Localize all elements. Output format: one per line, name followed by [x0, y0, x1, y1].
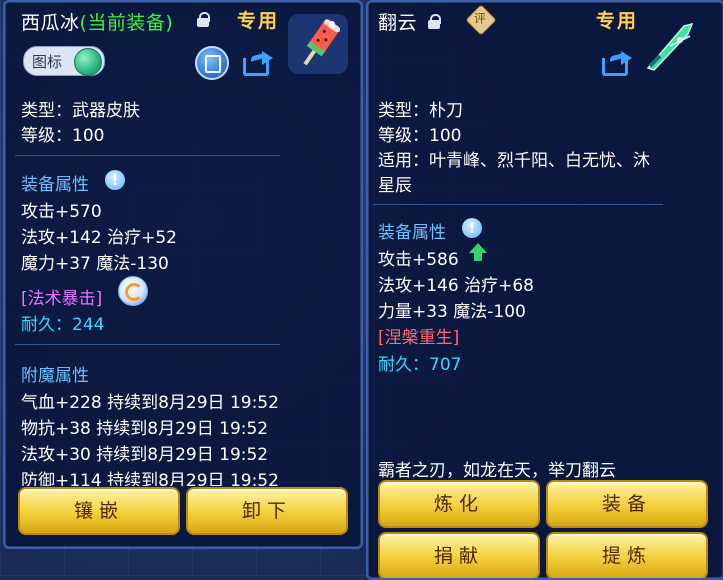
- unequip-button[interactable]: 卸下: [186, 487, 348, 535]
- info-icon[interactable]: !: [462, 218, 482, 238]
- attr-line: 法攻+142 治疗+52: [21, 228, 177, 248]
- attr-line: 法攻+146 治疗+68: [378, 276, 534, 296]
- enchant-line: 法攻+30 持续到8月29日 19:52: [21, 445, 269, 465]
- equip-button[interactable]: 装备: [546, 480, 708, 528]
- durability: 耐久：707: [378, 355, 462, 375]
- item-type: 类型：朴刀: [378, 101, 463, 121]
- lock-icon[interactable]: [428, 14, 441, 29]
- refresh-icon[interactable]: [118, 276, 148, 306]
- current-item-tooltip: 西瓜冰(当前装备) 专用 图标 类型：武器皮肤 等级：100 装备属性 ! 攻击…: [3, 0, 363, 549]
- divider: [373, 204, 663, 205]
- flavor-text: 霸者之刃，如龙在天，举刀翻云: [378, 461, 616, 481]
- attr-line: 力量+33 魔法-100: [378, 302, 526, 322]
- enchant-line: 防御+114 持续到8月29日 19:52: [21, 471, 279, 486]
- divider: [15, 344, 280, 345]
- divider: [15, 155, 280, 156]
- section-equip-attrs: 装备属性: [21, 175, 89, 195]
- special-skill: [法术暴击]: [21, 289, 103, 309]
- refine-button[interactable]: 炼化: [378, 480, 540, 528]
- record-button[interactable]: [195, 46, 229, 80]
- item-level: 等级：100: [21, 126, 105, 146]
- exclusive-label: 专用: [237, 10, 280, 32]
- item-title: 翻云: [378, 8, 417, 35]
- record-icon: [205, 55, 221, 73]
- icon-toggle-label: 图标: [32, 53, 63, 71]
- inlay-button[interactable]: 镶嵌: [18, 487, 180, 535]
- attr-line: 攻击+586: [378, 250, 459, 270]
- lock-icon[interactable]: [197, 12, 210, 27]
- item-name: 西瓜冰: [21, 12, 80, 34]
- icon-toggle[interactable]: 图标: [23, 46, 105, 76]
- applicable-line: 星辰: [378, 176, 412, 196]
- item-title: 西瓜冰(当前装备): [21, 8, 173, 35]
- item-name: 翻云: [378, 12, 418, 34]
- section-equip-attrs: 装备属性: [378, 223, 446, 243]
- share-icon[interactable]: [602, 50, 632, 76]
- attr-line: 魔力+37 魔法-130: [21, 254, 169, 274]
- special-skill: [涅槃重生]: [378, 328, 460, 348]
- toggle-knob: [74, 48, 102, 76]
- info-icon[interactable]: !: [105, 170, 125, 190]
- rating-badge-label: 评: [473, 11, 486, 26]
- item-qualifier: (当前装备): [79, 12, 174, 34]
- up-arrow-icon: [469, 243, 487, 261]
- enchant-list[interactable]: 气血+228 持续到8月29日 19:52 物抗+38 持续到8月29日 19:…: [5, 382, 361, 486]
- item-level: 等级：100: [378, 126, 462, 146]
- enchant-line: 气血+228 持续到8月29日 19:52: [21, 393, 279, 413]
- watermelon-weapon-icon: [288, 14, 348, 74]
- compare-item-tooltip: 翻云 专用 类型：朴刀 等级：100 适用：叶青峰、烈千阳、白无忧、沐 星辰 装…: [366, 0, 723, 580]
- exclusive-label: 专用: [596, 10, 639, 32]
- share-icon[interactable]: [243, 50, 273, 76]
- durability: 耐久：244: [21, 315, 105, 335]
- applicable-line: 适用：叶青峰、烈千阳、白无忧、沐: [378, 151, 650, 171]
- item-type: 类型：武器皮肤: [21, 101, 140, 121]
- blade-weapon-icon: [646, 22, 694, 71]
- enchant-line: 物抗+38 持续到8月29日 19:52: [21, 419, 269, 439]
- donate-button[interactable]: 捐献: [378, 532, 540, 578]
- attr-line: 攻击+570: [21, 202, 102, 222]
- extract-button[interactable]: 提炼: [546, 532, 708, 578]
